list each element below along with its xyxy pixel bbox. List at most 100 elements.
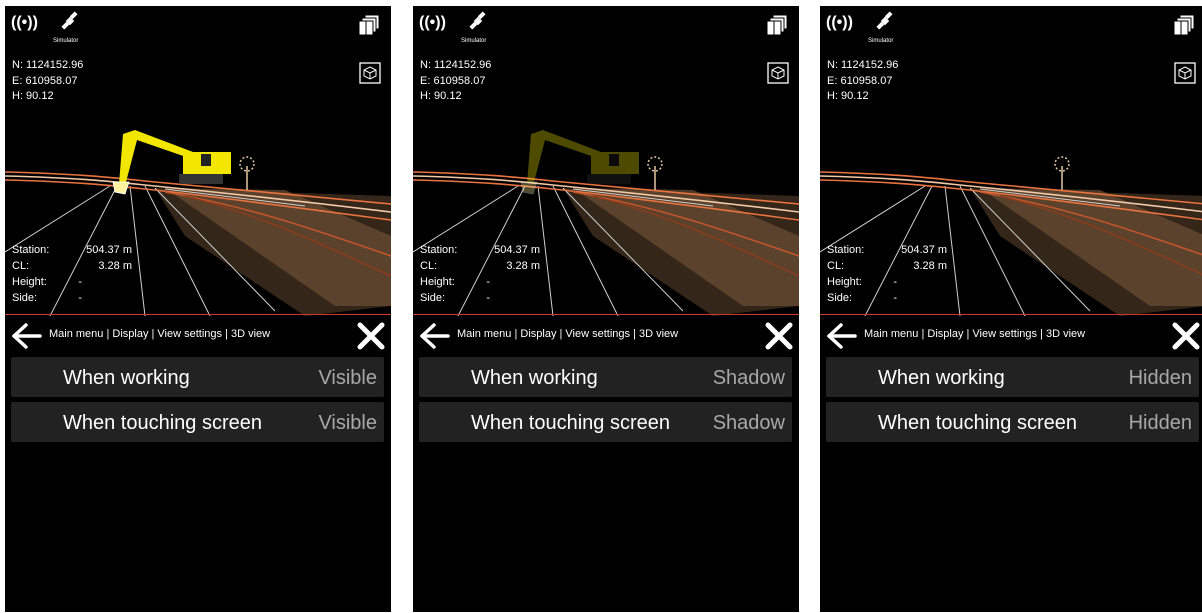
- close-icon[interactable]: [765, 322, 793, 350]
- cube-icon[interactable]: [1174, 62, 1196, 84]
- cl-label: CL:: [12, 260, 30, 272]
- back-arrow-icon[interactable]: [10, 322, 42, 350]
- northing-value: N: 1124152.96: [827, 59, 899, 71]
- status-bar: ((•)) Simulator: [11, 10, 81, 50]
- close-icon[interactable]: [357, 322, 385, 350]
- setting-label: When working: [63, 367, 190, 389]
- side-value: -: [893, 292, 897, 304]
- station-label: Station:: [827, 244, 865, 256]
- easting-value: E: 610958.07: [827, 74, 893, 87]
- position-coordinates: N: 1124152.96 E: 610958.07 H: 90.12: [12, 58, 83, 105]
- cube-icon[interactable]: [767, 62, 789, 84]
- northing-value: N: 1124152.96: [420, 59, 492, 71]
- layers-icon[interactable]: [359, 14, 381, 38]
- setting-when-touching-screen[interactable]: When touching screen Shadow: [419, 402, 792, 442]
- breadcrumb: Main menu | Display | View settings | 3D…: [49, 328, 271, 340]
- cl-value: 3.28 m: [913, 260, 947, 272]
- side-value: -: [486, 292, 490, 304]
- setting-label: When touching screen: [63, 412, 263, 434]
- station-label: Station:: [12, 244, 50, 256]
- menu-navigation-bar: Main menu | Display | View settings | 3D…: [820, 318, 1202, 354]
- close-icon[interactable]: [1172, 322, 1200, 350]
- height-coordinate-value: H: 90.12: [420, 90, 462, 102]
- divider: [820, 314, 1202, 315]
- back-arrow-icon[interactable]: [825, 322, 857, 350]
- station-label: Station:: [420, 244, 458, 256]
- setting-when-touching-screen[interactable]: When touching screen Visible: [11, 402, 384, 442]
- menu-navigation-bar: Main menu | Display | View settings | 3D…: [5, 318, 391, 354]
- side-label: Side:: [420, 292, 446, 304]
- breadcrumb: Main menu | Display | View settings | 3D…: [864, 328, 1086, 340]
- setting-when-working[interactable]: When working Visible: [11, 357, 384, 397]
- side-value: -: [78, 292, 82, 304]
- 3d-viewport[interactable]: ((•)) Simulator N: 1124152.96 E: 610958.…: [5, 6, 391, 316]
- tree-icon: [239, 156, 255, 190]
- back-arrow-icon[interactable]: [418, 322, 450, 350]
- divider: [5, 314, 391, 315]
- setting-value: Visible: [318, 367, 377, 389]
- northing-value: N: 1124152.96: [12, 59, 84, 71]
- setting-when-working[interactable]: When working Hidden: [826, 357, 1199, 397]
- position-coordinates: N: 1124152.96 E: 610958.07 H: 90.12: [827, 58, 898, 105]
- station-readout: Station: 504.37 m CL: 3.28 m Height: - Side…: [420, 242, 540, 306]
- station-value: 504.37 m: [86, 244, 132, 256]
- cl-value: 3.28 m: [98, 260, 132, 272]
- setting-value: Hidden: [1128, 412, 1192, 434]
- divider: [413, 314, 799, 315]
- easting-value: E: 610958.07: [420, 74, 486, 87]
- height-coordinate-value: H: 90.12: [12, 90, 54, 102]
- setting-value: Shadow: [712, 412, 785, 434]
- setting-label: When working: [878, 367, 1005, 389]
- gnss-signal-icon: ((•)): [11, 14, 38, 31]
- screen-panel-visible: ((•)) Simulator N: 1124152.96 E: 610958.…: [5, 6, 391, 612]
- station-value: 504.37 m: [901, 244, 947, 256]
- cl-label: CL:: [827, 260, 845, 272]
- position-coordinates: N: 1124152.96 E: 610958.07 H: 90.12: [420, 58, 491, 105]
- station-value: 504.37 m: [494, 244, 540, 256]
- setting-value: Shadow: [712, 367, 785, 389]
- setting-when-touching-screen[interactable]: When touching screen Hidden: [826, 402, 1199, 442]
- satellite-icon: [876, 11, 893, 30]
- satellite-icon: [469, 11, 486, 30]
- station-readout: Station: 504.37 m CL: 3.28 m Height: - Side…: [12, 242, 132, 306]
- gnss-signal-icon: ((•)): [826, 14, 853, 31]
- setting-value: Hidden: [1128, 367, 1192, 389]
- cl-label: CL:: [420, 260, 438, 272]
- excavator-icon: [112, 130, 231, 195]
- height-label: Height:: [827, 276, 862, 288]
- 3d-viewport[interactable]: ((•)) Simulator N: 1124152.96 E: 610958.…: [413, 6, 799, 316]
- height-coordinate-value: H: 90.12: [827, 90, 869, 102]
- excavator-icon: [520, 130, 639, 195]
- simulator-label: Simulator: [868, 38, 894, 44]
- height-value: -: [486, 276, 490, 288]
- status-bar: ((•)) Simulator: [419, 10, 489, 50]
- breadcrumb: Main menu | Display | View settings | 3D…: [457, 328, 679, 340]
- cl-value: 3.28 m: [506, 260, 540, 272]
- station-readout: Station: 504.37 m CL: 3.28 m Height: - Side…: [827, 242, 947, 306]
- cube-icon[interactable]: [359, 62, 381, 84]
- easting-value: E: 610958.07: [12, 74, 78, 87]
- simulator-label: Simulator: [461, 38, 487, 44]
- setting-label: When touching screen: [471, 412, 671, 434]
- tree-icon: [1054, 156, 1070, 190]
- layers-icon[interactable]: [1174, 14, 1196, 38]
- layers-icon[interactable]: [767, 14, 789, 38]
- height-value: -: [893, 276, 897, 288]
- status-bar: ((•)) Simulator: [826, 10, 896, 50]
- height-label: Height:: [12, 276, 47, 288]
- side-label: Side:: [12, 292, 38, 304]
- gnss-signal-icon: ((•)): [419, 14, 446, 31]
- screen-panel-hidden: ((•)) Simulator N: 1124152.96 E: 610958.…: [820, 6, 1202, 612]
- menu-navigation-bar: Main menu | Display | View settings | 3D…: [413, 318, 799, 354]
- height-label: Height:: [420, 276, 455, 288]
- tree-icon: [647, 156, 663, 190]
- screen-panel-shadow: ((•)) Simulator N: 1124152.96 E: 610958.…: [413, 6, 799, 612]
- satellite-icon: [61, 11, 78, 30]
- setting-label: When touching screen: [878, 412, 1078, 434]
- setting-value: Visible: [318, 412, 377, 434]
- setting-label: When working: [471, 367, 598, 389]
- height-value: -: [78, 276, 82, 288]
- side-label: Side:: [827, 292, 853, 304]
- setting-when-working[interactable]: When working Shadow: [419, 357, 792, 397]
- 3d-viewport[interactable]: ((•)) Simulator N: 1124152.96 E: 610958.…: [820, 6, 1202, 316]
